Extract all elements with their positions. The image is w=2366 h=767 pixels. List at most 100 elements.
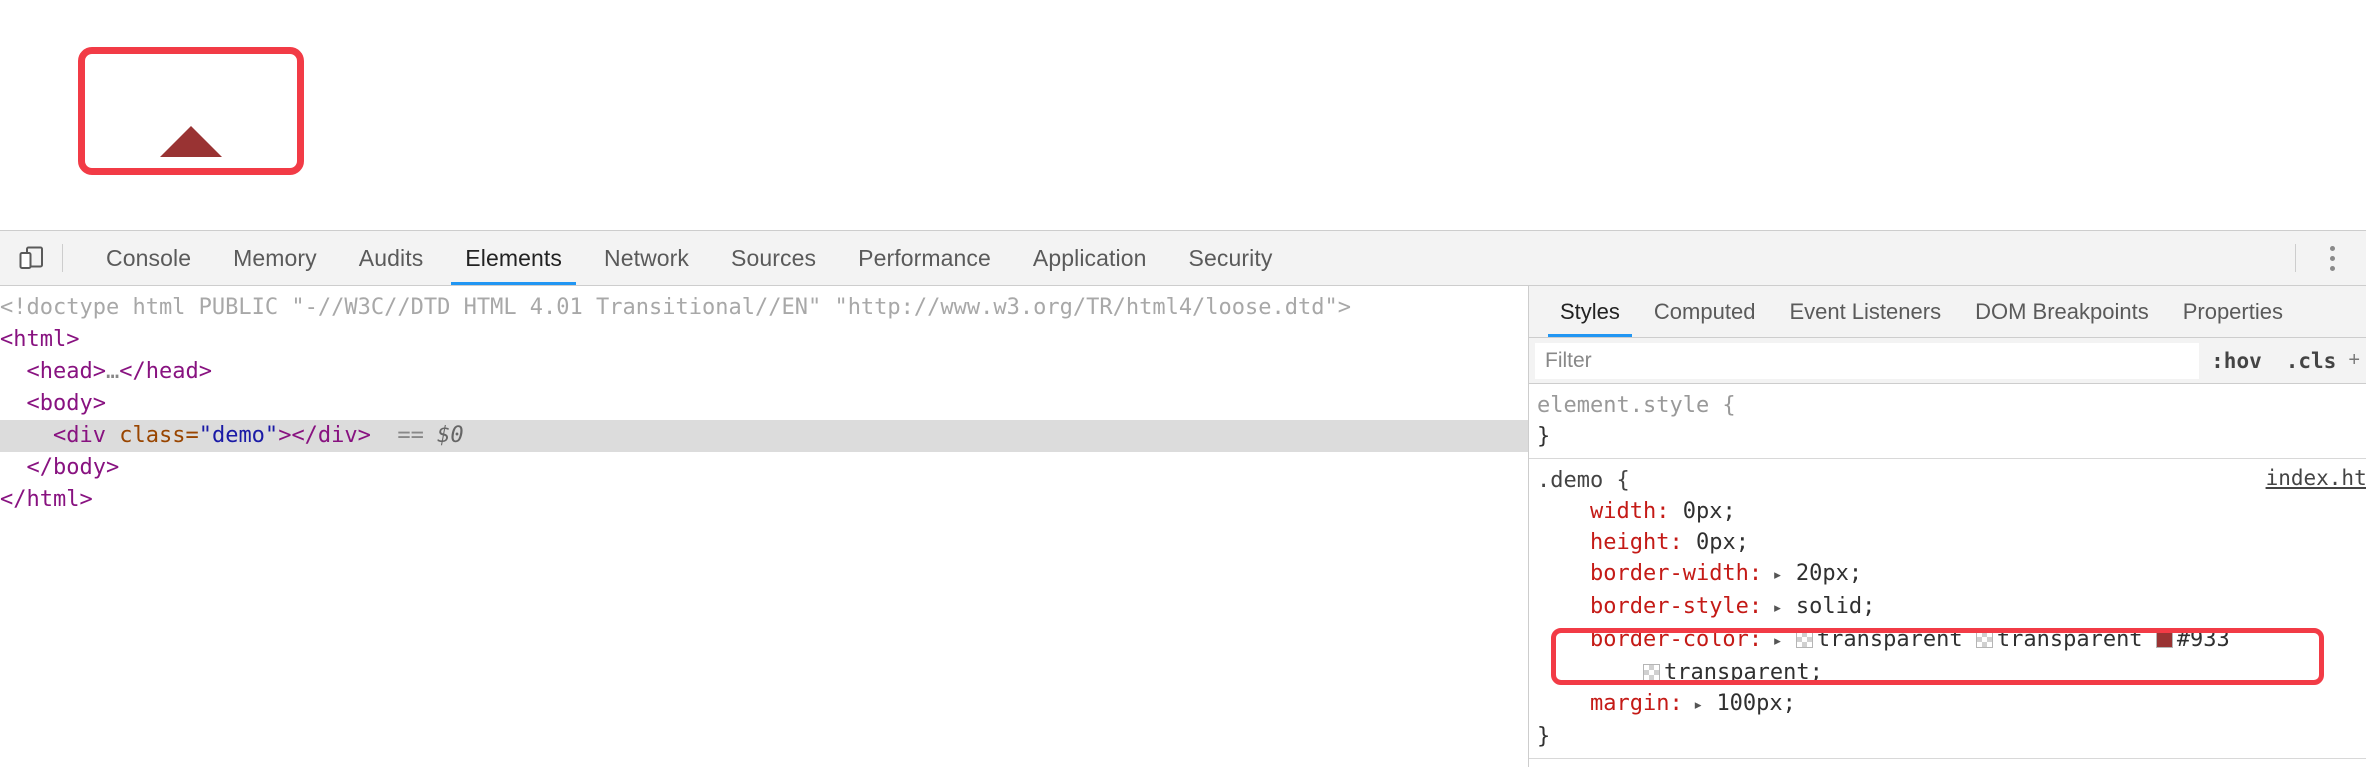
- tab-computed-label: Computed: [1653, 298, 1756, 324]
- toolbar-divider-right: [2295, 244, 2296, 272]
- css-property-name[interactable]: border-style:: [1590, 594, 1762, 619]
- css-property-value[interactable]: transparent;: [1664, 660, 1823, 685]
- css-indent: [1537, 627, 1590, 652]
- expand-shorthand-icon[interactable]: ▸: [1683, 695, 1703, 715]
- tab-security[interactable]: Security: [1168, 231, 1294, 285]
- devtools-toolbar: Console Memory Audits Elements Network S…: [0, 231, 2366, 286]
- css-property-value[interactable]: transparent: [1817, 627, 1976, 652]
- css-declaration[interactable]: width: 0px;: [1529, 496, 2366, 527]
- tab-properties[interactable]: Properties: [2166, 286, 2300, 337]
- styles-filter-input[interactable]: [1535, 342, 2200, 379]
- hov-toggle-button[interactable]: :hov: [2199, 349, 2274, 373]
- css-space: [1683, 530, 1696, 555]
- dom-token: …: [105, 359, 120, 384]
- tab-dom-breakpoints-label: DOM Breakpoints: [1975, 298, 2149, 324]
- color-swatch[interactable]: [1642, 664, 1660, 681]
- css-property-value[interactable]: #933: [2177, 627, 2230, 652]
- more-options-icon[interactable]: [2312, 238, 2352, 278]
- expand-shorthand-icon[interactable]: ▸: [1762, 631, 1782, 651]
- css-property-name[interactable]: margin:: [1590, 691, 1683, 716]
- css-declaration-line-wrap: transparent;: [1529, 657, 2366, 688]
- tab-styles[interactable]: Styles: [1543, 286, 1637, 337]
- css-property-name[interactable]: border-color:: [1590, 627, 1762, 652]
- styles-filter-bar: :hov .cls +: [1529, 338, 2366, 384]
- tab-dom-breakpoints[interactable]: DOM Breakpoints: [1958, 286, 2166, 337]
- css-property-value[interactable]: 20px;: [1796, 561, 1862, 586]
- css-declaration-line: border-width: ▸ 20px;: [1529, 558, 2366, 591]
- new-style-rule-icon[interactable]: +: [2348, 349, 2366, 372]
- css-space: [1783, 627, 1796, 652]
- dom-tree-node[interactable]: </body>: [0, 452, 1528, 484]
- tab-network[interactable]: Network: [583, 231, 710, 285]
- css-declaration-line: width: 0px;: [1529, 496, 2366, 527]
- tab-console-label: Console: [106, 244, 192, 271]
- css-property-name[interactable]: width:: [1590, 499, 1669, 524]
- dom-token: [0, 423, 53, 448]
- dom-tree-node[interactable]: <div class="demo"></div> == $0: [0, 420, 1528, 452]
- dom-tree-node[interactable]: <html>: [0, 324, 1528, 356]
- panel-tab-list: Console Memory Audits Elements Network S…: [63, 231, 2295, 285]
- dom-token: <!doctype html PUBLIC "-//W3C//DTD HTML …: [0, 295, 1352, 320]
- expand-shorthand-icon[interactable]: ▸: [1762, 598, 1782, 618]
- tab-application-label: Application: [1032, 244, 1147, 271]
- tab-console[interactable]: Console: [85, 231, 212, 285]
- css-indent: [1537, 499, 1590, 524]
- dom-token: <div: [52, 423, 120, 448]
- dom-tree-panel[interactable]: <!doctype html PUBLIC "-//W3C//DTD HTML …: [0, 286, 1528, 767]
- css-selector-line[interactable]: .demo {: [1529, 465, 2366, 496]
- css-property-name[interactable]: border-width:: [1590, 561, 1762, 586]
- css-declaration[interactable]: border-color: ▸ transparent transparent …: [1529, 624, 2366, 688]
- demo-triangle-element: [160, 95, 222, 157]
- css-indent: [1537, 530, 1590, 555]
- css-property-value[interactable]: 0px;: [1696, 530, 1749, 555]
- css-selector-text: element.style {: [1537, 393, 1736, 418]
- dom-token: [0, 359, 27, 384]
- css-indent: [1537, 691, 1590, 716]
- css-selector-line[interactable]: element.style {: [1529, 390, 2366, 421]
- tab-event-listeners[interactable]: Event Listeners: [1772, 286, 1958, 337]
- dom-token: =: [185, 423, 199, 448]
- css-declaration[interactable]: border-width: ▸ 20px;: [1529, 558, 2366, 591]
- css-property-value[interactable]: 100px;: [1716, 691, 1795, 716]
- device-toolbar-icon[interactable]: [0, 231, 62, 285]
- more-dot-1: [2329, 245, 2335, 251]
- new-style-rule-label: +: [2348, 349, 2360, 371]
- tab-styles-label: Styles: [1560, 298, 1620, 324]
- tab-audits[interactable]: Audits: [338, 231, 445, 285]
- dom-tree-node[interactable]: <!doctype html PUBLIC "-//W3C//DTD HTML …: [0, 292, 1528, 324]
- css-rule-closing-brace: }: [1537, 724, 1551, 749]
- css-property-value[interactable]: 0px;: [1683, 499, 1736, 524]
- dom-token: </html>: [0, 487, 93, 512]
- tab-performance[interactable]: Performance: [837, 231, 1012, 285]
- dom-tree-node[interactable]: <head>…</head>: [0, 356, 1528, 388]
- css-property-name[interactable]: height:: [1590, 530, 1683, 555]
- tab-memory[interactable]: Memory: [212, 231, 338, 285]
- color-swatch[interactable]: [1975, 631, 1993, 648]
- stylesheet-origin-link[interactable]: index.html: [2266, 466, 2366, 490]
- tab-elements[interactable]: Elements: [444, 231, 583, 285]
- css-indent: [1537, 660, 1643, 685]
- css-space: [1783, 561, 1796, 586]
- color-swatch[interactable]: [2155, 631, 2173, 648]
- tab-elements-label: Elements: [465, 244, 562, 271]
- cls-toggle-button[interactable]: .cls: [2274, 349, 2349, 373]
- css-declaration[interactable]: border-style: ▸ solid;: [1529, 591, 2366, 624]
- css-property-value[interactable]: transparent: [1997, 627, 2156, 652]
- devtools-split-view: <!doctype html PUBLIC "-//W3C//DTD HTML …: [0, 286, 2366, 767]
- dom-tree-node[interactable]: </html>: [0, 484, 1528, 516]
- dom-token: </body>: [26, 455, 120, 480]
- tab-computed[interactable]: Computed: [1637, 286, 1773, 337]
- tab-performance-label: Performance: [858, 244, 991, 271]
- expand-shorthand-icon[interactable]: ▸: [1762, 565, 1782, 585]
- css-declaration[interactable]: height: 0px;: [1529, 527, 2366, 558]
- css-declaration[interactable]: margin: ▸ 100px;: [1529, 688, 2366, 721]
- css-space: [1669, 499, 1682, 524]
- dom-token: </div>: [291, 423, 371, 448]
- color-swatch[interactable]: [1795, 631, 1813, 648]
- dom-tree-node[interactable]: <body>: [0, 388, 1528, 420]
- css-property-value[interactable]: solid;: [1796, 594, 1875, 619]
- dom-token: ==: [370, 423, 438, 448]
- styles-tab-list: Styles Computed Event Listeners DOM Brea…: [1529, 286, 2366, 338]
- tab-sources[interactable]: Sources: [710, 231, 837, 285]
- tab-application[interactable]: Application: [1012, 231, 1168, 285]
